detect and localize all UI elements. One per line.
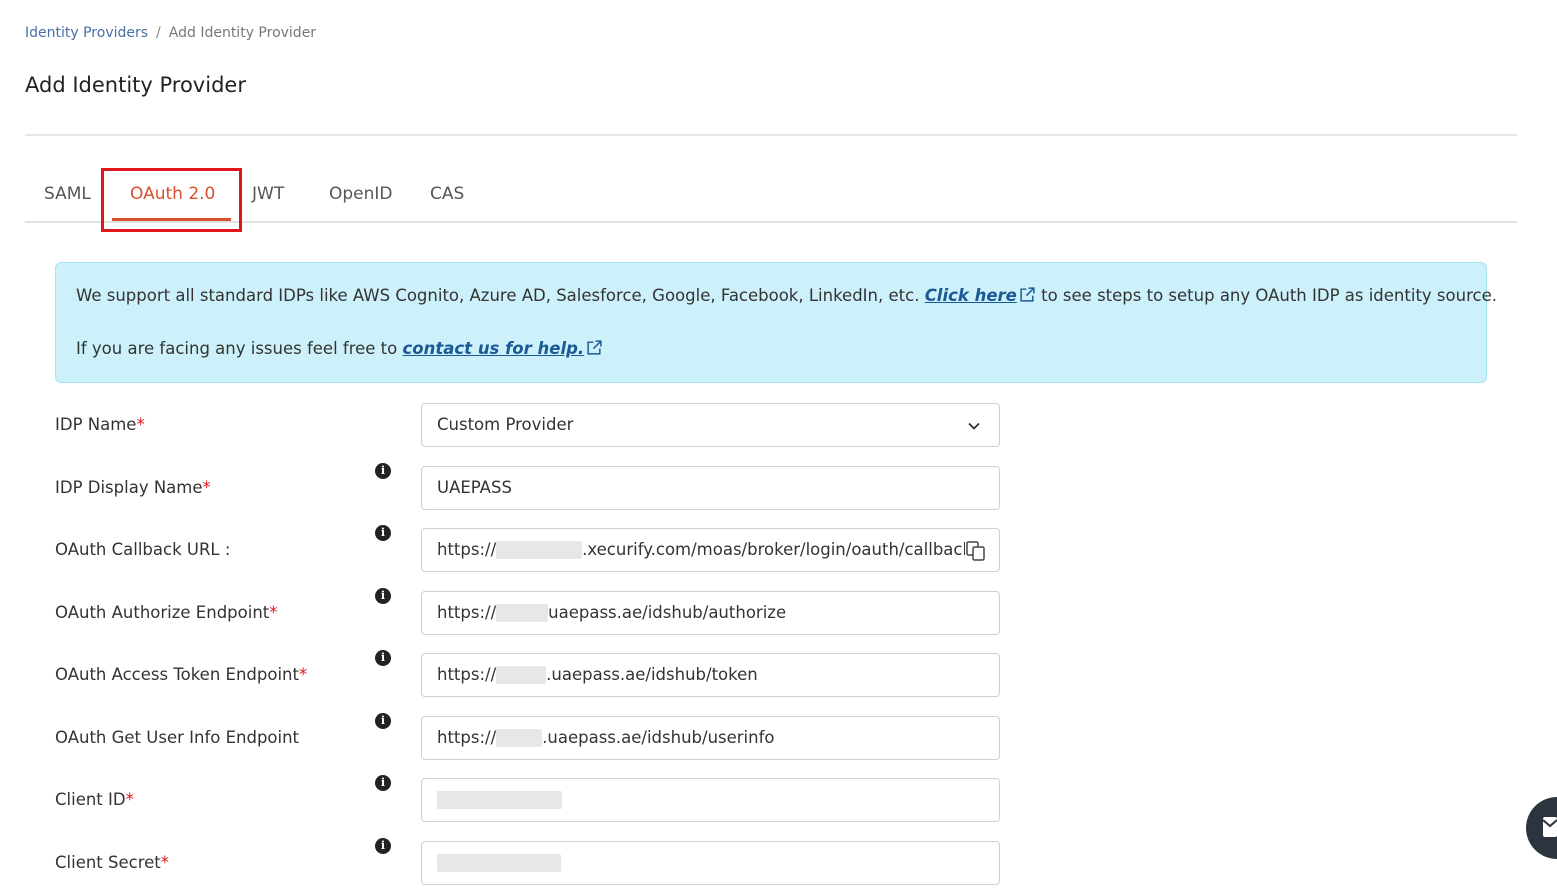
userinfo-endpoint-prefix: https:// <box>437 728 497 747</box>
info-icon[interactable]: i <box>375 588 391 604</box>
click-here-link[interactable]: Click here <box>925 286 1017 305</box>
info-text: We support all standard IDPs like AWS Co… <box>76 286 920 305</box>
info-icon[interactable]: i <box>375 838 391 854</box>
breadcrumb-identity-providers[interactable]: Identity Providers <box>25 25 148 41</box>
info-icon[interactable]: i <box>375 775 391 791</box>
row-client-secret: Client Secret* i <box>55 838 1000 885</box>
idp-display-name-input[interactable]: UAEPASS <box>421 466 1000 510</box>
row-idp-name: IDP Name* Custom Provider <box>55 403 1000 447</box>
client-id-label: Client ID* <box>55 790 134 809</box>
redacted-text <box>496 604 549 622</box>
copy-icon[interactable] <box>965 540 987 562</box>
callback-url-prefix: https:// <box>437 540 497 559</box>
tab-highlight-box <box>101 168 242 232</box>
title-divider <box>25 134 1517 136</box>
token-endpoint-prefix: https:// <box>437 665 497 684</box>
token-endpoint-input[interactable]: https:// .uaepass.ae/idshub/token <box>421 653 1000 697</box>
idp-display-name-label: IDP Display Name* <box>55 478 211 497</box>
breadcrumb-separator: / <box>156 25 161 41</box>
info-icon[interactable]: i <box>375 713 391 729</box>
token-endpoint-suffix: .uaepass.ae/idshub/token <box>546 665 758 684</box>
callback-url-field[interactable]: https:// .xecurify.com/moas/broker/login/… <box>421 528 1000 572</box>
info-line-support: If you are facing any issues feel free t… <box>76 339 603 358</box>
info-icon[interactable]: i <box>375 650 391 666</box>
redacted-text <box>437 854 561 872</box>
client-id-input[interactable] <box>421 778 1000 822</box>
idp-name-label: IDP Name* <box>55 415 145 434</box>
info-icon[interactable]: i <box>375 525 391 541</box>
tab-jwt[interactable]: JWT <box>252 184 284 204</box>
row-userinfo-endpoint: OAuth Get User Info Endpoint i https://.… <box>55 713 1000 760</box>
tab-cas[interactable]: CAS <box>430 184 464 204</box>
info-icon[interactable]: i <box>375 463 391 479</box>
authorize-endpoint-label: OAuth Authorize Endpoint* <box>55 603 278 622</box>
info-text: to see steps to setup any OAuth IDP as i… <box>1041 286 1497 305</box>
idp-name-select[interactable]: Custom Provider <box>421 403 1000 447</box>
tab-openid[interactable]: OpenID <box>329 184 393 204</box>
idp-display-name-value: UAEPASS <box>437 478 512 497</box>
external-link-icon <box>587 340 602 355</box>
protocol-tabs: SAML OAuth 2.0 JWT OpenID CAS <box>25 170 1517 223</box>
row-client-id: Client ID* i <box>55 775 1000 822</box>
breadcrumb-current: Add Identity Provider <box>168 25 317 41</box>
breadcrumb: Identity Providers / Add Identity Provid… <box>25 25 316 41</box>
row-authorize-endpoint: OAuth Authorize Endpoint* i https:// uaep… <box>55 588 1000 635</box>
row-token-endpoint: OAuth Access Token Endpoint* i https://.… <box>55 650 1000 697</box>
chat-icon <box>1543 817 1557 837</box>
chevron-down-icon <box>968 422 980 430</box>
info-line-standard-idps: We support all standard IDPs like AWS Co… <box>76 286 1497 305</box>
callback-url-label: OAuth Callback URL : <box>55 540 231 559</box>
idp-name-value: Custom Provider <box>437 415 574 434</box>
chat-widget-button[interactable] <box>1526 797 1557 859</box>
page-title: Add Identity Provider <box>25 73 246 97</box>
redacted-text <box>496 666 547 684</box>
userinfo-endpoint-label: OAuth Get User Info Endpoint <box>55 728 300 747</box>
tab-saml[interactable]: SAML <box>44 184 91 204</box>
contact-us-link[interactable]: contact us for help. <box>403 339 585 358</box>
redacted-text <box>496 541 583 559</box>
userinfo-endpoint-suffix: .uaepass.ae/idshub/userinfo <box>542 728 775 747</box>
authorize-endpoint-input[interactable]: https:// uaepass.ae/idshub/authorize <box>421 591 1000 635</box>
authorize-endpoint-suffix: uaepass.ae/idshub/authorize <box>548 603 787 622</box>
client-secret-label: Client Secret* <box>55 853 170 872</box>
redacted-text <box>496 729 543 747</box>
page: Identity Providers / Add Identity Provid… <box>0 0 1557 889</box>
row-idp-display-name: IDP Display Name* i UAEPASS <box>55 463 1000 510</box>
info-box: We support all standard IDPs like AWS Co… <box>55 262 1497 383</box>
client-secret-input[interactable] <box>421 841 1000 885</box>
info-text: If you are facing any issues feel free t… <box>76 339 398 358</box>
authorize-endpoint-prefix: https:// <box>437 603 497 622</box>
token-endpoint-label: OAuth Access Token Endpoint* <box>55 665 308 684</box>
callback-url-suffix: .xecurify.com/moas/broker/login/oauth/ca… <box>582 540 973 559</box>
external-link-icon <box>1020 287 1035 302</box>
userinfo-endpoint-input[interactable]: https:// .uaepass.ae/idshub/userinfo <box>421 716 1000 760</box>
row-callback-url: OAuth Callback URL : i https:// .xecurify… <box>55 525 1000 572</box>
redacted-text <box>437 791 562 809</box>
